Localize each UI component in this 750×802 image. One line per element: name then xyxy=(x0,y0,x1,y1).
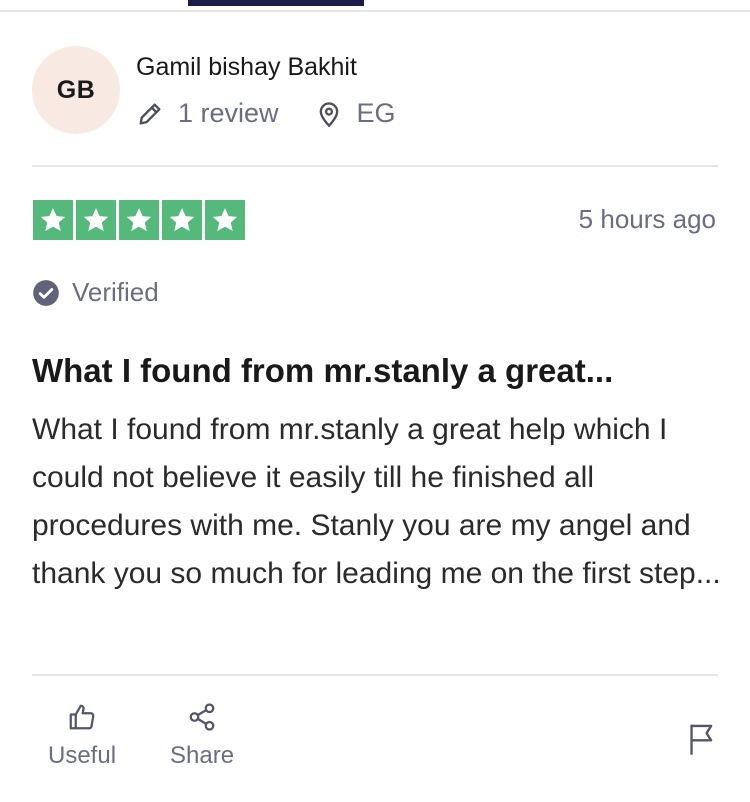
actions-divider xyxy=(32,674,718,676)
pencil-icon xyxy=(136,100,164,128)
reviewer-name[interactable]: Gamil bishay Bakhit xyxy=(136,53,357,82)
share-icon xyxy=(187,702,217,732)
star-icon xyxy=(33,200,73,240)
review-count-label: 1 review xyxy=(178,98,279,128)
verified-badge[interactable]: Verified xyxy=(32,277,159,308)
star-icon xyxy=(119,200,159,240)
review-body[interactable]: What I found from mr.stanly a great help… xyxy=(32,406,722,598)
share-button[interactable]: Share xyxy=(170,702,234,770)
review-actions: Useful Share xyxy=(32,702,722,782)
active-tab-indicator xyxy=(188,0,364,6)
star-icon xyxy=(162,200,202,240)
verified-label: Verified xyxy=(72,277,159,307)
useful-label: Useful xyxy=(48,742,117,769)
reviewer-country: EG xyxy=(315,98,396,129)
review-count: 1 review xyxy=(136,98,279,129)
verified-check-icon xyxy=(32,279,60,307)
location-pin-icon xyxy=(315,100,343,128)
star-icon xyxy=(76,200,116,240)
top-tab-strip xyxy=(0,0,750,12)
star-rating xyxy=(33,200,245,240)
flag-icon[interactable] xyxy=(686,722,718,756)
review-date: 5 hours ago xyxy=(578,204,716,234)
useful-button[interactable]: Useful xyxy=(48,702,116,770)
header-divider xyxy=(32,165,718,167)
avatar[interactable]: GB xyxy=(32,46,120,134)
review-title[interactable]: What I found from mr.stanly a great... xyxy=(32,352,722,390)
thumbs-up-icon xyxy=(67,702,97,732)
share-label: Share xyxy=(170,742,235,769)
country-code: EG xyxy=(356,98,396,128)
reviewer-header[interactable]: GB Gamil bishay Bakhit 1 review EG xyxy=(32,46,722,136)
review-card: GB Gamil bishay Bakhit 1 review EG 5 hou… xyxy=(0,12,750,802)
reviewer-meta: 1 review EG xyxy=(136,98,396,129)
star-icon xyxy=(205,200,245,240)
